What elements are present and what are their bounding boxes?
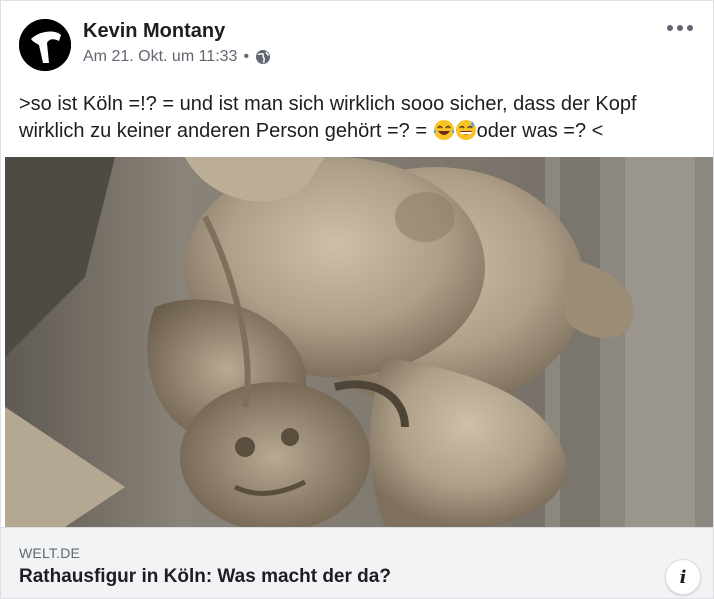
stone-sculpture-photo [5, 157, 713, 527]
globe-icon[interactable] [255, 49, 271, 65]
link-preview-image[interactable] [5, 157, 713, 527]
link-domain: WELT.DE [19, 545, 81, 561]
post-text-part2: oder was =? < [476, 120, 604, 142]
meta-separator: • [243, 48, 250, 65]
post-text: >so ist Köln =!? = und ist man sich wirk… [19, 91, 699, 145]
author-avatar[interactable] [19, 19, 71, 71]
post-meta: Am 21. Okt. um 11:33 • [83, 48, 271, 66]
info-icon[interactable]: i [665, 559, 701, 595]
link-title[interactable]: Rathausfigur in Köln: Was macht der da? [19, 566, 391, 588]
more-options-button[interactable] [667, 21, 693, 35]
laughing-tears-emoji [433, 120, 454, 140]
post-timestamp[interactable]: Am 21. Okt. um 11:33 [83, 48, 237, 66]
post-card: Kevin Montany Am 21. Okt. um 11:33 • >so… [0, 0, 714, 599]
post-header: Kevin Montany Am 21. Okt. um 11:33 • [19, 15, 699, 71]
author-name[interactable]: Kevin Montany [83, 20, 225, 43]
ellipsis-dot [677, 25, 683, 31]
link-preview-footer[interactable]: WELT.DE Rathausfigur in Köln: Was macht … [1, 527, 713, 598]
grinning-sweat-emoji [455, 120, 476, 140]
ellipsis-dot [687, 25, 693, 31]
avatar-logo-icon [19, 19, 71, 71]
ellipsis-dot [667, 25, 673, 31]
